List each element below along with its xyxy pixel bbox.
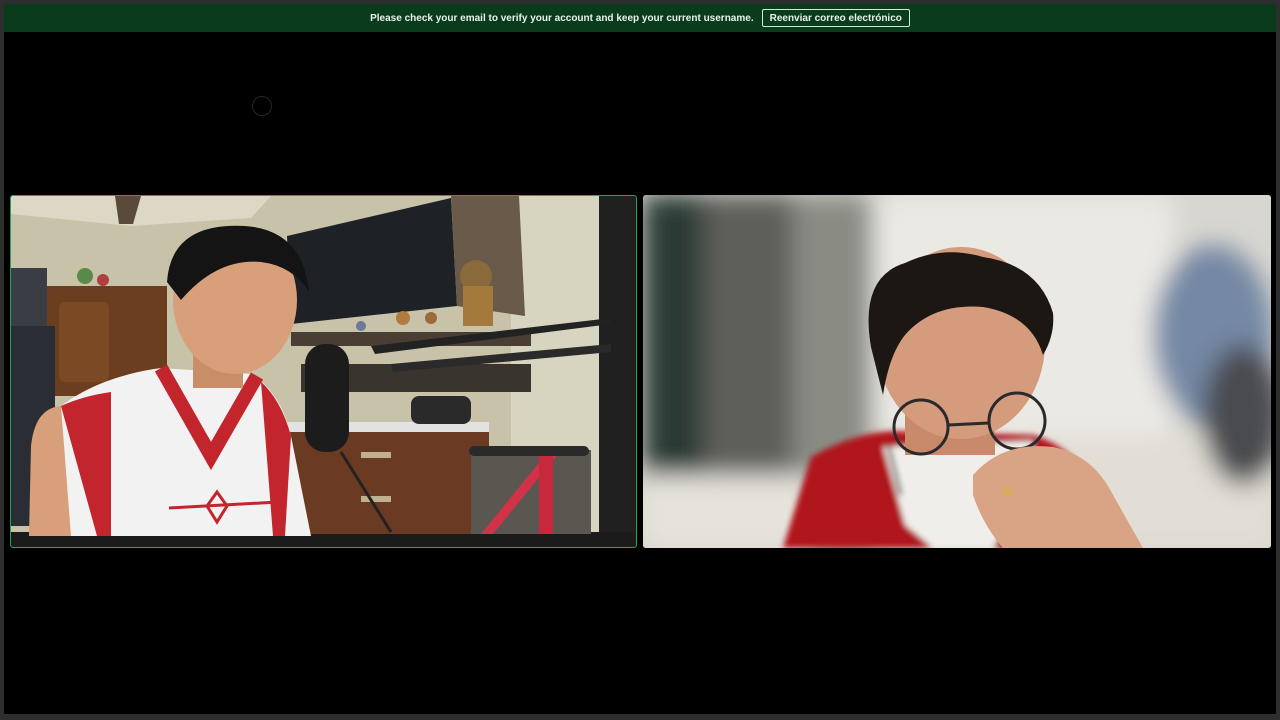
loading-spinner-icon (252, 96, 272, 116)
video-call-window: Please check your email to verify your a… (0, 0, 1280, 720)
right-participant-video (643, 195, 1271, 548)
left-participant-video (11, 196, 635, 546)
verify-email-banner: Please check your email to verify your a… (4, 4, 1276, 32)
participant-tile-right[interactable] (643, 195, 1271, 548)
video-stage (4, 32, 1276, 714)
verify-email-message: Please check your email to verify your a… (370, 12, 754, 24)
resend-email-button[interactable]: Reenviar correo electrónico (761, 9, 910, 27)
participant-tile-left[interactable] (10, 195, 637, 548)
